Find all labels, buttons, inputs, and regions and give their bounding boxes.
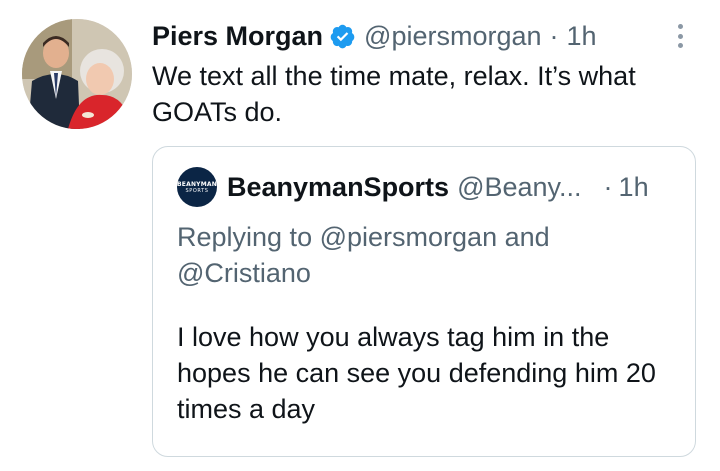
more-dot [677, 43, 683, 48]
more-vertical-icon[interactable] [670, 22, 690, 50]
replying-and: and [504, 222, 550, 252]
mention-cristiano[interactable]: @Cristiano [177, 258, 311, 288]
quoted-handle: @Beany... [457, 171, 582, 202]
quoted-avatar-logo-text: BEANYMAN [177, 180, 217, 188]
quoted-separator-dot: · [603, 171, 613, 202]
quoted-tweet-header: BEANYMAN SPORTS BeanymanSports @Beany...… [177, 167, 677, 207]
separator-dot: · [549, 20, 559, 51]
more-dot [677, 33, 683, 39]
quoted-display-name: BeanymanSports [227, 171, 450, 202]
timestamp[interactable]: 1h [567, 21, 597, 52]
quoted-avatar-logo-subtext: SPORTS [185, 187, 209, 194]
replying-prefix: Replying to [177, 222, 313, 252]
avatar[interactable] [22, 19, 132, 129]
mention-piersmorgan[interactable]: @piersmorgan [320, 222, 497, 252]
verified-badge-icon [329, 23, 356, 50]
tweet-header: Piers Morgan @piersmorgan · 1h [152, 16, 597, 56]
tweet-text: We text all the time mate, relax. It’s w… [152, 61, 636, 127]
replying-to: Replying to @piersmorgan and @Cristiano [177, 219, 657, 291]
avatar-photo [22, 19, 132, 129]
handle[interactable]: @piersmorgan [364, 21, 541, 52]
quoted-timestamp: 1h [618, 171, 649, 202]
quoted-tweet[interactable]: BEANYMAN SPORTS BeanymanSports @Beany...… [152, 146, 696, 457]
tweet-card[interactable]: Piers Morgan @piersmorgan · 1h We text a… [0, 0, 720, 471]
display-name[interactable]: Piers Morgan [152, 21, 323, 52]
more-dot [677, 24, 683, 29]
quoted-avatar: BEANYMAN SPORTS [177, 167, 217, 207]
quoted-tweet-text: I love how you always tag him in the hop… [177, 322, 656, 424]
